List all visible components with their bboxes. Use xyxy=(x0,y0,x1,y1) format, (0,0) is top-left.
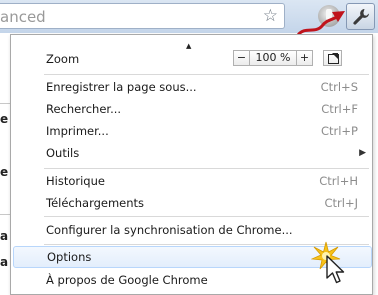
background-page-text: e xyxy=(0,165,9,179)
menu-item-history[interactable]: Historique Ctrl+H xyxy=(11,170,372,192)
menu-item-about-chrome[interactable]: À propos de Google Chrome xyxy=(11,269,372,291)
menu-item-shortcut: Ctrl+P xyxy=(320,124,358,138)
background-page-text: a xyxy=(0,229,9,243)
menu-item-label: Enregistrer la page sous... xyxy=(46,80,197,94)
chevron-right-icon: ▶ xyxy=(359,148,366,158)
menu-item-label: Historique xyxy=(46,174,105,188)
background-page-text: e xyxy=(0,112,9,126)
menu-separator xyxy=(44,216,369,217)
menu-item-downloads[interactable]: Téléchargements Ctrl+J xyxy=(11,192,372,214)
zoom-in-button[interactable]: + xyxy=(296,50,313,66)
menu-item-shortcut: Ctrl+S xyxy=(320,80,358,94)
menu-item-label: Options xyxy=(47,250,92,264)
zoom-row: Zoom − 100 % + xyxy=(11,48,372,70)
star-icon[interactable]: ☆ xyxy=(263,6,278,26)
menu-item-tools[interactable]: Outils ▶ xyxy=(11,142,372,164)
red-arrow-annotation xyxy=(296,11,345,37)
background-divider xyxy=(0,214,10,215)
background-page-text: a xyxy=(0,255,9,269)
menu-item-print[interactable]: Imprimer... Ctrl+P xyxy=(11,120,372,142)
wrench-icon xyxy=(353,9,369,25)
address-bar[interactable]: anced ☆ xyxy=(0,3,285,29)
menu-item-shortcut: Ctrl+F xyxy=(321,102,358,116)
menu-item-shortcut: Ctrl+H xyxy=(319,174,358,188)
menu-item-shortcut: Ctrl+J xyxy=(324,196,359,210)
background-divider xyxy=(0,103,10,104)
fullscreen-icon[interactable] xyxy=(323,50,342,66)
mouse-cursor-icon xyxy=(326,255,345,284)
zoom-label: Zoom xyxy=(46,52,80,66)
menu-item-save-page-as[interactable]: Enregistrer la page sous... Ctrl+S xyxy=(11,76,372,98)
menu-item-sync-setup[interactable]: Configurer la synchronisation de Chrome.… xyxy=(11,219,372,241)
menu-item-label: Rechercher... xyxy=(46,102,122,116)
address-bar-text[interactable]: anced xyxy=(0,8,46,26)
wrench-menu-button[interactable] xyxy=(346,3,375,30)
menu-separator xyxy=(44,168,369,169)
menu-pointer-notch: ▲ xyxy=(186,42,192,50)
zoom-level: 100 % xyxy=(250,50,296,66)
menu-item-label: Imprimer... xyxy=(46,124,109,138)
menu-separator xyxy=(44,74,369,75)
menu-item-label: À propos de Google Chrome xyxy=(46,273,208,287)
browser-toolbar: anced ☆ xyxy=(0,0,378,37)
menu-item-label: Configurer la synchronisation de Chrome.… xyxy=(46,223,293,237)
menu-item-label: Téléchargements xyxy=(46,196,145,210)
menu-item-label: Outils xyxy=(46,146,80,160)
zoom-out-button[interactable]: − xyxy=(233,50,250,66)
menu-item-find[interactable]: Rechercher... Ctrl+F xyxy=(11,98,372,120)
